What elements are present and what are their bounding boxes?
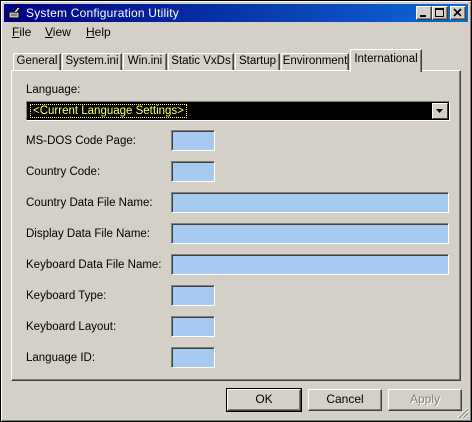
keyboard-data-file-name-field[interactable] bbox=[171, 254, 449, 275]
maximize-icon bbox=[435, 8, 444, 17]
tab-static-vxds[interactable]: Static VxDs bbox=[168, 53, 234, 70]
tab-system-ini[interactable]: System.ini bbox=[62, 53, 122, 70]
cancel-button[interactable]: Cancel bbox=[308, 389, 382, 411]
menu-file-rest: ile bbox=[19, 25, 32, 39]
country-code-field[interactable] bbox=[171, 161, 215, 182]
international-panel: Language: <Current Language Settings> MS… bbox=[11, 70, 461, 381]
tab-strip: General System.ini Win.ini Static VxDs S… bbox=[11, 49, 461, 72]
keyboard-layout-field[interactable] bbox=[171, 316, 215, 337]
msconfig-app-icon bbox=[8, 6, 21, 19]
tab-international[interactable]: International bbox=[350, 49, 422, 72]
language-dropdown[interactable]: <Current Language Settings> bbox=[26, 101, 450, 121]
tab-startup[interactable]: Startup bbox=[235, 53, 280, 70]
apply-button[interactable]: Apply bbox=[388, 389, 462, 411]
ok-button[interactable]: OK bbox=[226, 388, 302, 412]
menu-view[interactable]: View bbox=[45, 25, 71, 39]
language-id-field[interactable] bbox=[171, 347, 215, 368]
menu-help-rest: elp bbox=[94, 25, 111, 39]
tab-environment[interactable]: Environment bbox=[281, 53, 349, 70]
chevron-down-icon bbox=[436, 109, 443, 113]
country-data-file-name-label: Country Data File Name: bbox=[26, 197, 153, 209]
menu-view-mnemonic: V bbox=[45, 25, 53, 39]
keyboard-type-field[interactable] bbox=[171, 285, 215, 306]
window-title: System Configuration Utility bbox=[26, 6, 179, 20]
country-code-label: Country Code: bbox=[26, 166, 101, 178]
ms-dos-code-page-label: MS-DOS Code Page: bbox=[26, 135, 136, 147]
system-configuration-window: System Configuration Utility File View H… bbox=[0, 0, 472, 422]
menu-file[interactable]: File bbox=[12, 25, 31, 39]
language-label: Language: bbox=[26, 84, 81, 96]
tab-general[interactable]: General bbox=[13, 53, 61, 70]
language-id-label: Language ID: bbox=[26, 352, 96, 364]
dropdown-button[interactable] bbox=[432, 103, 448, 119]
minimize-icon bbox=[420, 15, 426, 17]
keyboard-type-label: Keyboard Type: bbox=[26, 290, 107, 302]
ms-dos-code-page-field[interactable] bbox=[171, 130, 215, 151]
display-data-file-name-label: Display Data File Name: bbox=[26, 228, 150, 240]
close-icon bbox=[453, 8, 462, 17]
menu-help[interactable]: Help bbox=[86, 25, 111, 39]
keyboard-layout-label: Keyboard Layout: bbox=[26, 321, 117, 333]
maximize-button[interactable] bbox=[432, 6, 448, 20]
country-data-file-name-field[interactable] bbox=[171, 192, 449, 213]
menu-help-mnemonic: H bbox=[86, 25, 95, 39]
title-bar[interactable]: System Configuration Utility bbox=[4, 4, 468, 22]
keyboard-data-file-name-label: Keyboard Data File Name: bbox=[26, 259, 162, 271]
resize-grip-icon[interactable] bbox=[457, 407, 469, 419]
language-dropdown-value: <Current Language Settings> bbox=[30, 104, 187, 118]
close-button[interactable] bbox=[450, 6, 466, 20]
minimize-button[interactable] bbox=[416, 6, 432, 20]
menu-bar: File View Help bbox=[4, 24, 468, 42]
menu-view-rest: iew bbox=[52, 25, 71, 39]
tab-win-ini[interactable]: Win.ini bbox=[123, 53, 167, 70]
display-data-file-name-field[interactable] bbox=[171, 223, 449, 244]
